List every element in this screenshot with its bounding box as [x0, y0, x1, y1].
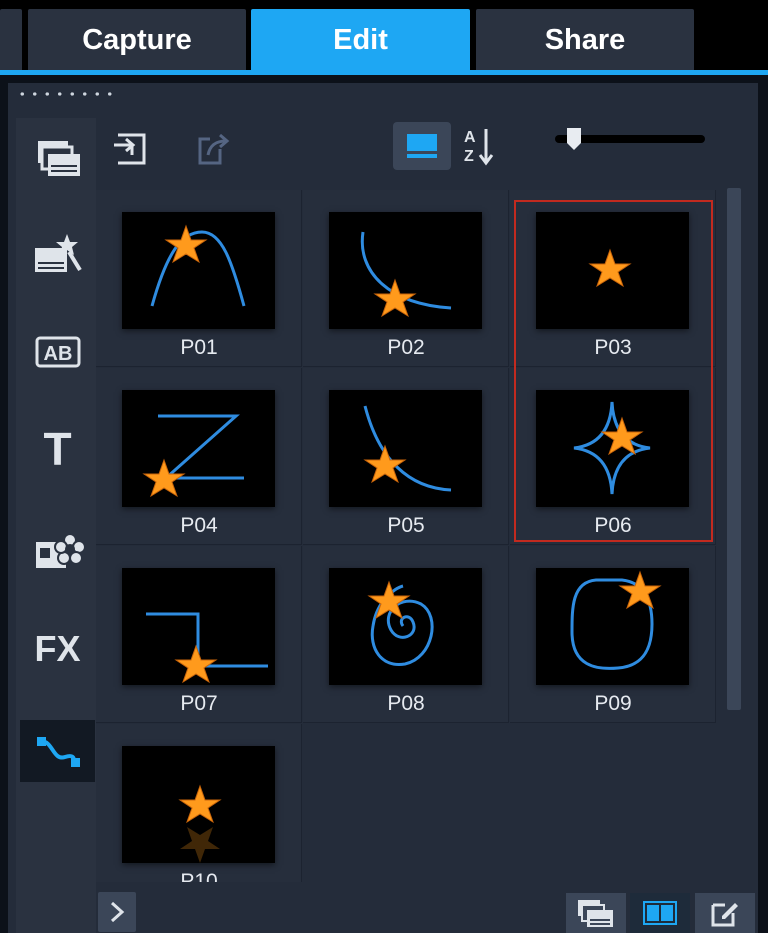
sidebar-item-title[interactable]: T	[20, 418, 95, 480]
path-item-p06[interactable]: P06	[510, 368, 716, 545]
tab-share[interactable]: Share	[476, 9, 694, 71]
list-view-button[interactable]	[393, 122, 451, 170]
path-item-p03[interactable]: P03	[510, 190, 716, 367]
svg-text:Z: Z	[464, 148, 474, 165]
edit-icon	[711, 903, 738, 927]
path-label: P10	[180, 870, 218, 882]
tab-edit[interactable]: Edit	[251, 9, 470, 71]
path-item-p08[interactable]: P08	[303, 546, 509, 723]
split-panel-icon	[643, 901, 677, 925]
path-label: P07	[180, 692, 218, 715]
path-item-p10[interactable]: P10	[96, 724, 302, 882]
path-label: P09	[594, 692, 632, 715]
path-thumbnail-grid: P01 P02 P03 P04 P05 P06 P07 P08 P09 P10	[96, 190, 718, 882]
top-tab-bar: Capture Edit Share	[0, 0, 768, 75]
sidebar-item-transition[interactable]: AB	[20, 321, 95, 383]
path-thumbnail	[536, 568, 689, 685]
sidebar-item-path[interactable]	[20, 720, 95, 782]
tab-partial-left[interactable]	[0, 9, 22, 71]
sidebar-item-instant-project[interactable]	[20, 223, 95, 285]
path-thumbnail	[122, 390, 275, 507]
path-thumbnail	[329, 568, 482, 685]
path-label: P01	[180, 336, 218, 359]
transition-icon: AB	[35, 336, 80, 368]
media-library-icon	[37, 141, 80, 176]
transition-icon-text: AB	[43, 343, 72, 365]
options-panel-toggle-button[interactable]	[630, 893, 690, 933]
instant-project-icon	[34, 234, 82, 272]
path-thumbnail	[536, 390, 689, 507]
import-button[interactable]	[108, 126, 156, 170]
grid-scrollbar[interactable]	[727, 188, 741, 710]
tab-capture[interactable]: Capture	[28, 9, 246, 71]
list-view-icon	[407, 134, 437, 158]
path-item-p04[interactable]: P04	[96, 368, 302, 545]
library-manager-button[interactable]	[566, 893, 626, 933]
svg-text:A: A	[464, 129, 476, 146]
graphic-icon	[35, 533, 84, 568]
library-manager-icon	[578, 900, 613, 927]
path-item-p05[interactable]: P05	[303, 368, 509, 545]
sidebar-item-graphic[interactable]	[20, 520, 95, 582]
sidebar-item-filter[interactable]: FX	[20, 618, 95, 680]
title-icon: T	[43, 423, 72, 475]
path-label: P03	[594, 336, 632, 359]
export-icon	[198, 133, 230, 165]
import-icon	[114, 133, 146, 165]
chevron-right-icon	[110, 901, 125, 923]
path-item-p07[interactable]: P07	[96, 546, 302, 723]
edit-properties-button[interactable]	[695, 893, 755, 933]
sort-az-icon: A Z	[464, 129, 494, 166]
path-thumbnail	[122, 746, 275, 863]
path-icon	[36, 737, 80, 767]
path-label: P08	[387, 692, 425, 715]
library-category-sidebar: AB T FX	[16, 118, 96, 933]
path-thumbnail	[329, 212, 482, 329]
export-button[interactable]	[190, 126, 238, 170]
path-thumbnail	[536, 212, 689, 329]
zoom-slider-thumb[interactable]	[566, 127, 582, 151]
path-label: P02	[387, 336, 425, 359]
path-item-p02[interactable]: P02	[303, 190, 509, 367]
path-label: P05	[387, 514, 425, 537]
path-thumbnail	[329, 390, 482, 507]
panel-drag-grip[interactable]	[16, 91, 116, 97]
path-item-p09[interactable]: P09	[510, 546, 716, 723]
path-thumbnail	[122, 212, 275, 329]
path-item-p01[interactable]: P01	[96, 190, 302, 367]
expand-panel-button[interactable]	[98, 892, 136, 932]
sort-button[interactable]: A Z	[456, 122, 500, 170]
path-label: P06	[594, 514, 632, 537]
filter-icon: FX	[34, 628, 81, 669]
path-thumbnail	[122, 568, 275, 685]
path-label: P04	[180, 514, 218, 537]
sidebar-item-media[interactable]	[20, 128, 95, 190]
